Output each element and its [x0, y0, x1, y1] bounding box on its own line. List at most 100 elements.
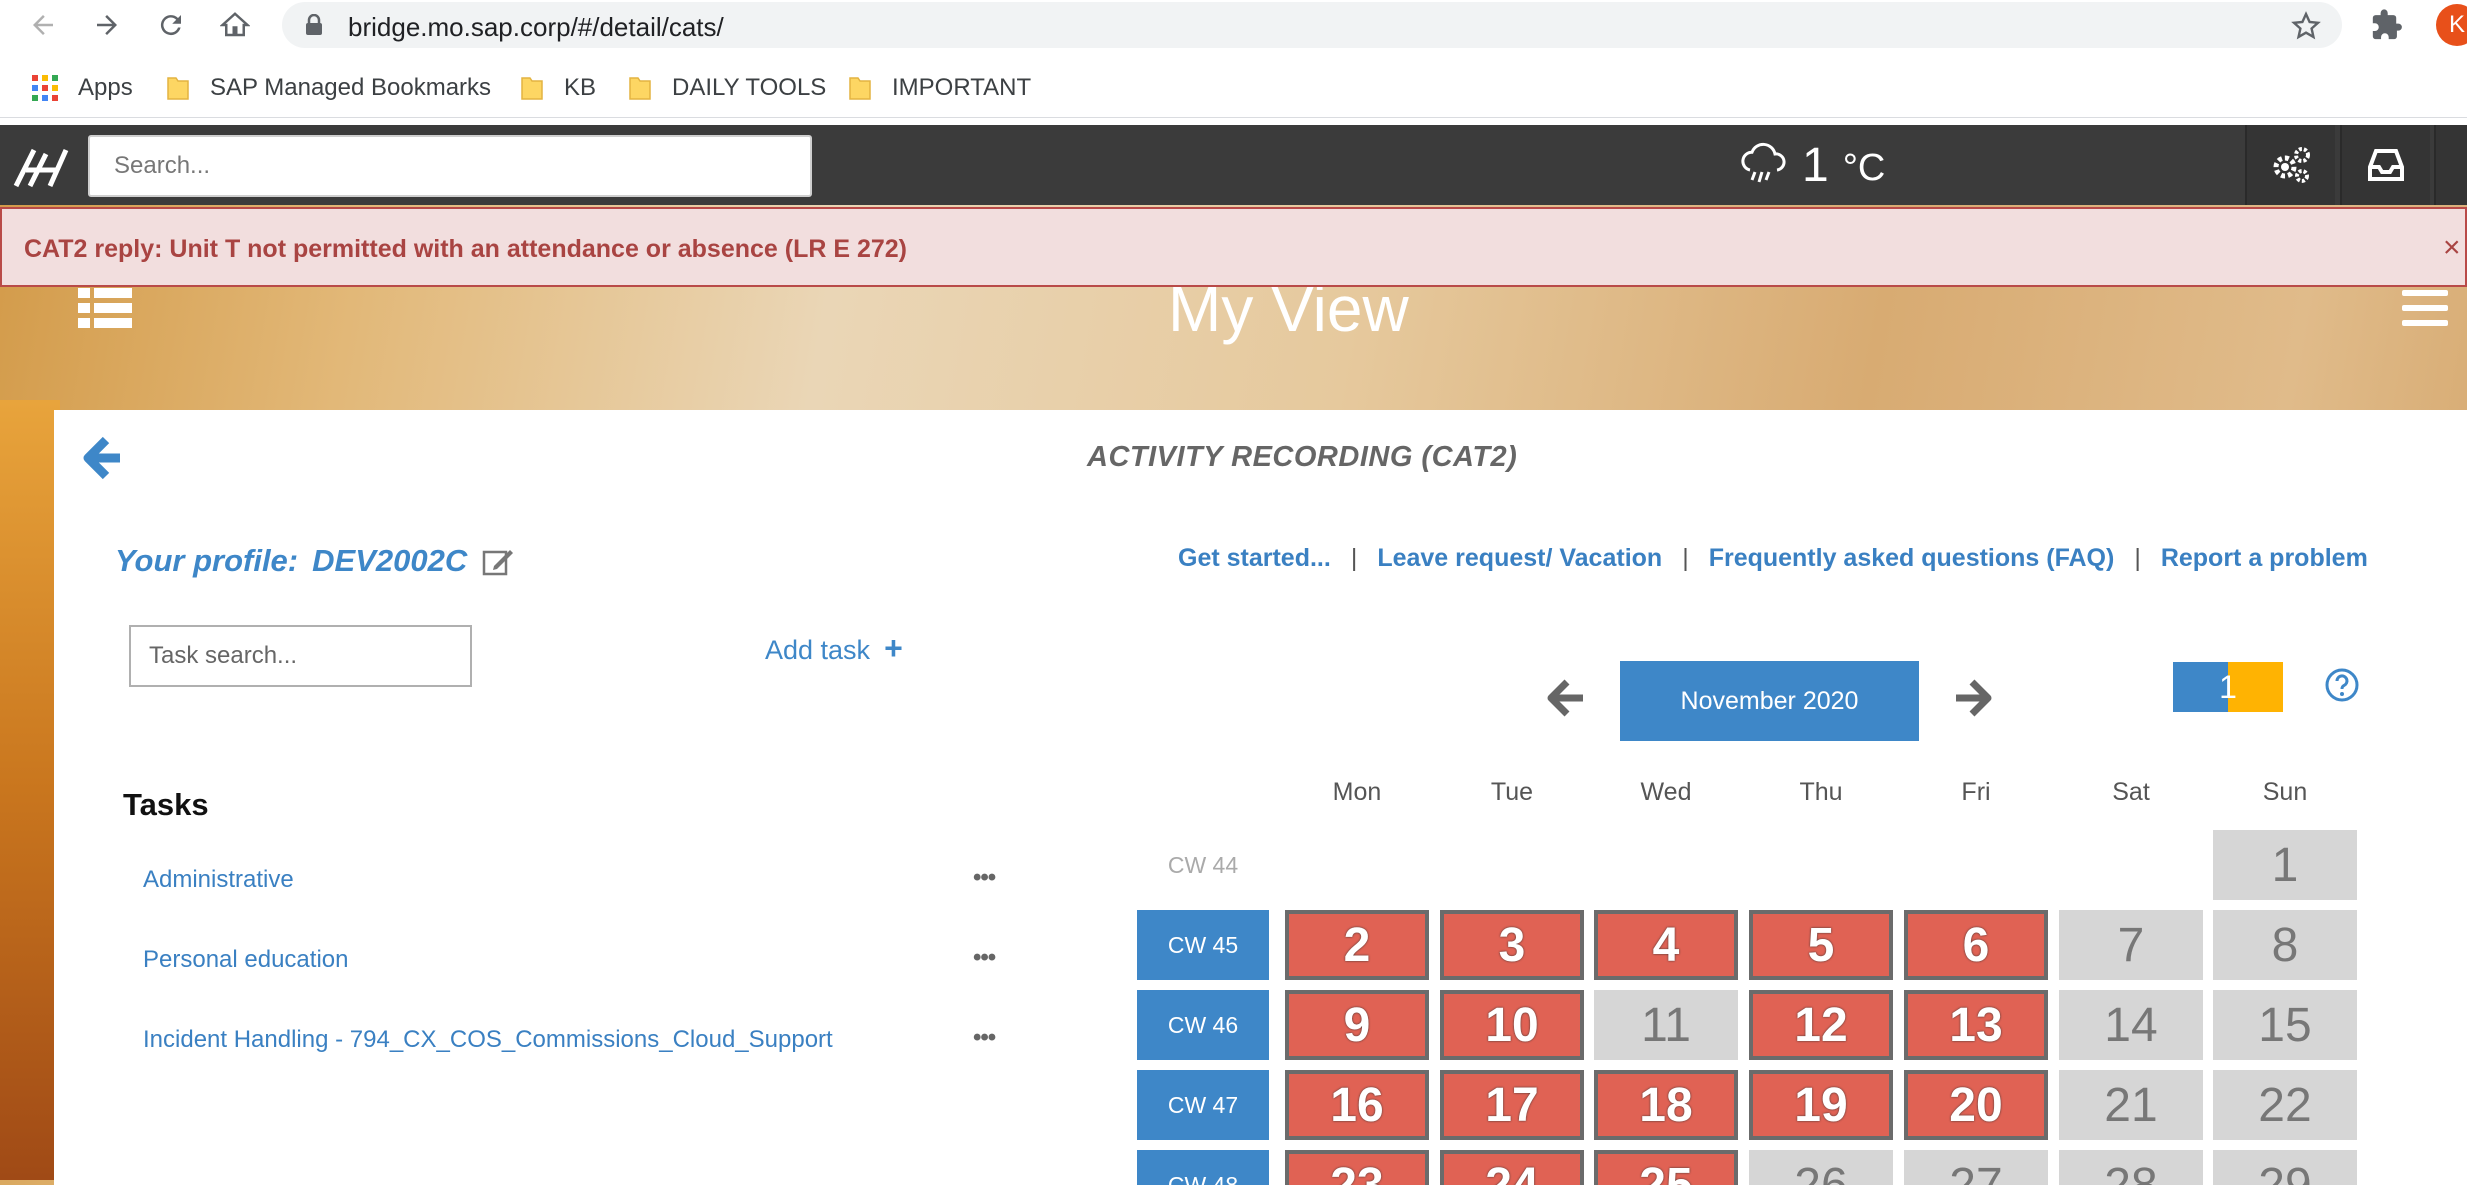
- task-label[interactable]: Incident Handling - 794_CX_COS_Commissio…: [143, 1026, 833, 1054]
- bookmark-apps[interactable]: Apps: [32, 70, 133, 106]
- calendar-day[interactable]: 9: [1285, 990, 1429, 1060]
- link-get-started[interactable]: Get started...: [1178, 544, 1331, 573]
- apps-grid-icon: [32, 75, 58, 101]
- calendar-day[interactable]: 4: [1594, 910, 1738, 980]
- bookmark-label: DAILY TOOLS: [672, 74, 827, 101]
- task-item[interactable]: Administrative •••: [143, 860, 1005, 900]
- calendar-day[interactable]: 20: [1904, 1070, 2048, 1140]
- weather-temperature: 1: [1802, 138, 1829, 192]
- folder-icon: [629, 77, 651, 100]
- bookmark-sap-managed[interactable]: SAP Managed Bookmarks: [166, 70, 491, 106]
- calendar-day[interactable]: 18: [1594, 1070, 1738, 1140]
- weather-widget[interactable]: 1 °C: [1738, 133, 1885, 197]
- calendar-day[interactable]: 29: [2213, 1150, 2357, 1185]
- add-task-button[interactable]: Add task +: [765, 630, 903, 667]
- edit-icon[interactable]: [482, 546, 514, 576]
- calendar-day[interactable]: 12: [1749, 990, 1893, 1060]
- help-icon[interactable]: [2324, 667, 2360, 703]
- inbox-button[interactable]: [2340, 125, 2430, 205]
- calendar-day[interactable]: 6: [1904, 910, 2048, 980]
- calendar-day[interactable]: 22: [2213, 1070, 2357, 1140]
- calendar-day[interactable]: 19: [1749, 1070, 1893, 1140]
- calendar-day[interactable]: 3: [1440, 910, 1584, 980]
- weekday-header: Thu: [1799, 778, 1843, 806]
- calendar-day[interactable]: 1: [2213, 830, 2357, 900]
- hamburger-menu-icon[interactable]: [2402, 288, 2448, 328]
- bookmark-important[interactable]: IMPORTANT: [848, 70, 1031, 106]
- calendar-day[interactable]: 2: [1285, 910, 1429, 980]
- link-leave-request[interactable]: Leave request/ Vacation: [1377, 544, 1662, 573]
- progress-value: 1: [2219, 668, 2237, 705]
- weekday-header: Wed: [1640, 778, 1692, 806]
- tasks-heading: Tasks: [123, 787, 209, 822]
- calendar-day[interactable]: 7: [2059, 910, 2203, 980]
- calendar-day[interactable]: 23: [1285, 1150, 1429, 1185]
- calendar-day[interactable]: 14: [2059, 990, 2203, 1060]
- profile-label: Your profile:: [115, 543, 299, 578]
- task-label[interactable]: Personal education: [143, 946, 348, 974]
- star-icon[interactable]: [2290, 10, 2322, 42]
- link-faq[interactable]: Frequently asked questions (FAQ): [1709, 544, 2115, 573]
- forward-nav-icon[interactable]: [88, 6, 126, 44]
- link-separator: |: [1350, 544, 1358, 572]
- link-separator: |: [1682, 544, 1689, 572]
- task-menu-button[interactable]: •••: [973, 1024, 996, 1052]
- url-text: bridge.mo.sap.corp/#/detail/cats/: [348, 12, 724, 42]
- profile-code: DEV2002C: [312, 543, 468, 578]
- calendar-day[interactable]: 24: [1440, 1150, 1584, 1185]
- task-search-input[interactable]: [129, 625, 472, 687]
- bookmark-kb[interactable]: KB: [520, 70, 596, 106]
- address-bar[interactable]: bridge.mo.sap.corp/#/detail/cats/: [282, 2, 2342, 48]
- calendar-week-label[interactable]: CW 45: [1137, 910, 1269, 980]
- add-task-label: Add task: [765, 635, 871, 665]
- bookmark-label: SAP Managed Bookmarks: [210, 74, 492, 101]
- weather-unit: °C: [1842, 146, 1886, 189]
- app-logo-icon[interactable]: [12, 140, 72, 190]
- arrow-right-icon[interactable]: [1954, 678, 1994, 718]
- month-selector[interactable]: November 2020: [1620, 661, 1919, 741]
- calendar-day[interactable]: 13: [1904, 990, 2048, 1060]
- help-links: Get started... | Leave request/ Vacation…: [1178, 544, 2368, 573]
- calendar-day[interactable]: 15: [2213, 990, 2357, 1060]
- reload-icon[interactable]: [152, 6, 190, 44]
- calendar-day[interactable]: 16: [1285, 1070, 1429, 1140]
- link-report-problem[interactable]: Report a problem: [2161, 544, 2368, 573]
- calendar-day[interactable]: 25: [1594, 1150, 1738, 1185]
- alert-close-button[interactable]: ×: [2443, 231, 2465, 265]
- error-alert: CAT2 reply: Unit T not permitted with an…: [0, 207, 2467, 287]
- profile-avatar[interactable]: K: [2436, 4, 2467, 46]
- back-arrow-icon[interactable]: [82, 436, 122, 480]
- calendar-week-label[interactable]: CW 46: [1137, 990, 1269, 1060]
- calendar-week-label[interactable]: CW 48: [1137, 1150, 1269, 1185]
- task-label[interactable]: Administrative: [143, 866, 294, 894]
- calendar-day[interactable]: 5: [1749, 910, 1893, 980]
- calendar-day[interactable]: 10: [1440, 990, 1584, 1060]
- settings-button[interactable]: [2245, 125, 2335, 205]
- bookmark-daily-tools[interactable]: DAILY TOOLS: [628, 70, 826, 106]
- weekday-header: Tue: [1490, 778, 1534, 806]
- list-icon[interactable]: [78, 288, 132, 328]
- folder-icon: [167, 77, 189, 100]
- calendar-day[interactable]: 17: [1440, 1070, 1584, 1140]
- calendar-day[interactable]: 8: [2213, 910, 2357, 980]
- home-icon[interactable]: [216, 6, 254, 44]
- calendar-day[interactable]: 26: [1749, 1150, 1893, 1185]
- global-search-input[interactable]: [88, 135, 812, 197]
- header-more-button[interactable]: [2434, 125, 2467, 205]
- calendar-day[interactable]: 27: [1904, 1150, 2048, 1185]
- calendar-week-label: CW 44: [1167, 851, 1239, 878]
- task-item[interactable]: Personal education •••: [143, 940, 1005, 980]
- arrow-left-icon[interactable]: [1545, 678, 1585, 718]
- lock-icon: [306, 14, 322, 35]
- calendar-day[interactable]: 11: [1594, 990, 1738, 1060]
- extensions-icon[interactable]: [2370, 8, 2404, 42]
- task-menu-button[interactable]: •••: [973, 944, 996, 972]
- alert-message: CAT2 reply: Unit T not permitted with an…: [24, 235, 908, 263]
- task-menu-button[interactable]: •••: [973, 864, 996, 892]
- hero-background-edge: [0, 400, 60, 1180]
- calendar-week-label[interactable]: CW 47: [1137, 1070, 1269, 1140]
- back-nav-icon[interactable]: [24, 6, 62, 44]
- task-item[interactable]: Incident Handling - 794_CX_COS_Commissio…: [143, 1020, 1005, 1060]
- calendar-day[interactable]: 28: [2059, 1150, 2203, 1185]
- calendar-day[interactable]: 21: [2059, 1070, 2203, 1140]
